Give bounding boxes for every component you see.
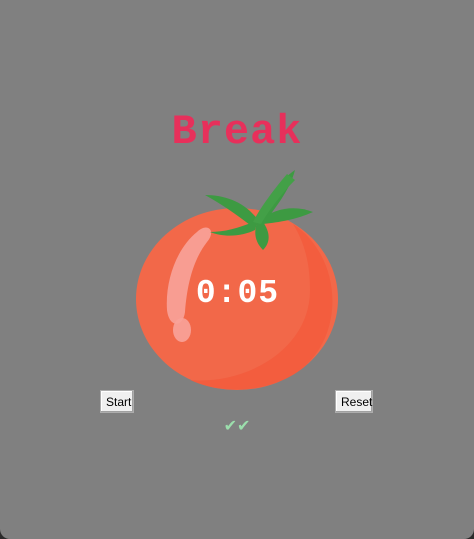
timer-title: Break — [171, 108, 303, 156]
completed-sessions-checkmarks: ✔✔ — [223, 416, 251, 435]
pomodoro-window: Break 0:05 Start Reset ✔✔ — [0, 0, 474, 539]
reset-button[interactable]: Reset — [335, 390, 373, 413]
start-button[interactable]: Start — [100, 390, 134, 413]
countdown-display: 0:05 — [195, 275, 280, 312]
